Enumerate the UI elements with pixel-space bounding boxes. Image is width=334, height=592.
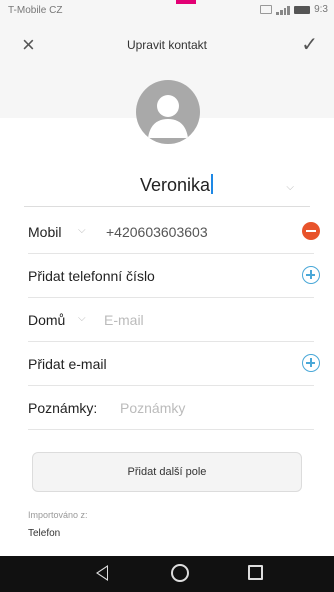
import-source: Telefon [28,528,61,539]
notes-label: Poznámky: [28,400,98,416]
add-icon[interactable] [302,266,320,284]
remove-icon[interactable] [302,222,320,240]
carrier-name: T-Mobile CZ [8,5,63,16]
chevron-down-icon[interactable]: ⌵ [78,313,86,324]
add-phone-row[interactable]: Přidat telefonní číslo [0,254,334,298]
title-bar: × Upravit kontakt ✓ [0,24,334,80]
import-label: Importováno z: [28,510,88,520]
email-input[interactable]: E-mail [104,312,144,328]
brand-marker [176,0,196,4]
status-bar: T-Mobile CZ 9:3 [0,0,334,24]
email-row: Domů ⌵ E-mail [0,298,334,342]
back-icon[interactable] [96,565,108,581]
check-icon[interactable]: ✓ [301,34,318,56]
person-icon [148,95,188,138]
add-field-button[interactable]: Přidat další pole [32,452,302,492]
add-icon[interactable] [302,354,320,372]
notes-row: Poznámky: Poznámky [0,386,334,430]
name-underline [24,206,310,207]
phone-row: Mobil ⌵ +420603603603 [0,210,334,254]
add-email-row[interactable]: Přidat e-mail [0,342,334,386]
battery-icon [294,5,311,14]
notes-input[interactable]: Poznámky [120,400,185,416]
phone-type-label[interactable]: Mobil [28,224,61,240]
navigation-bar [0,556,334,592]
page-title: Upravit kontakt [126,38,208,52]
divider [28,429,314,430]
home-icon[interactable] [171,564,189,582]
name-value[interactable]: Veronika [140,174,214,196]
text-cursor [211,174,214,194]
recent-apps-icon[interactable] [248,565,263,580]
sim-icon [260,5,273,14]
phone-input[interactable]: +420603603603 [106,224,208,240]
avatar-area [0,80,334,166]
chevron-down-icon[interactable]: ⌵ [286,182,294,193]
name-text: Veronika [140,175,211,195]
clock: 9:3 [314,4,328,15]
add-email-label[interactable]: Přidat e-mail [28,356,107,372]
add-phone-label[interactable]: Přidat telefonní číslo [28,268,155,284]
chevron-down-icon[interactable]: ⌵ [78,225,86,236]
signal-icon [276,5,291,15]
email-type-label[interactable]: Domů [28,312,65,328]
avatar[interactable] [136,80,200,144]
status-icons: 9:3 [260,4,328,15]
name-field[interactable]: Veronika ⌵ [0,166,334,210]
